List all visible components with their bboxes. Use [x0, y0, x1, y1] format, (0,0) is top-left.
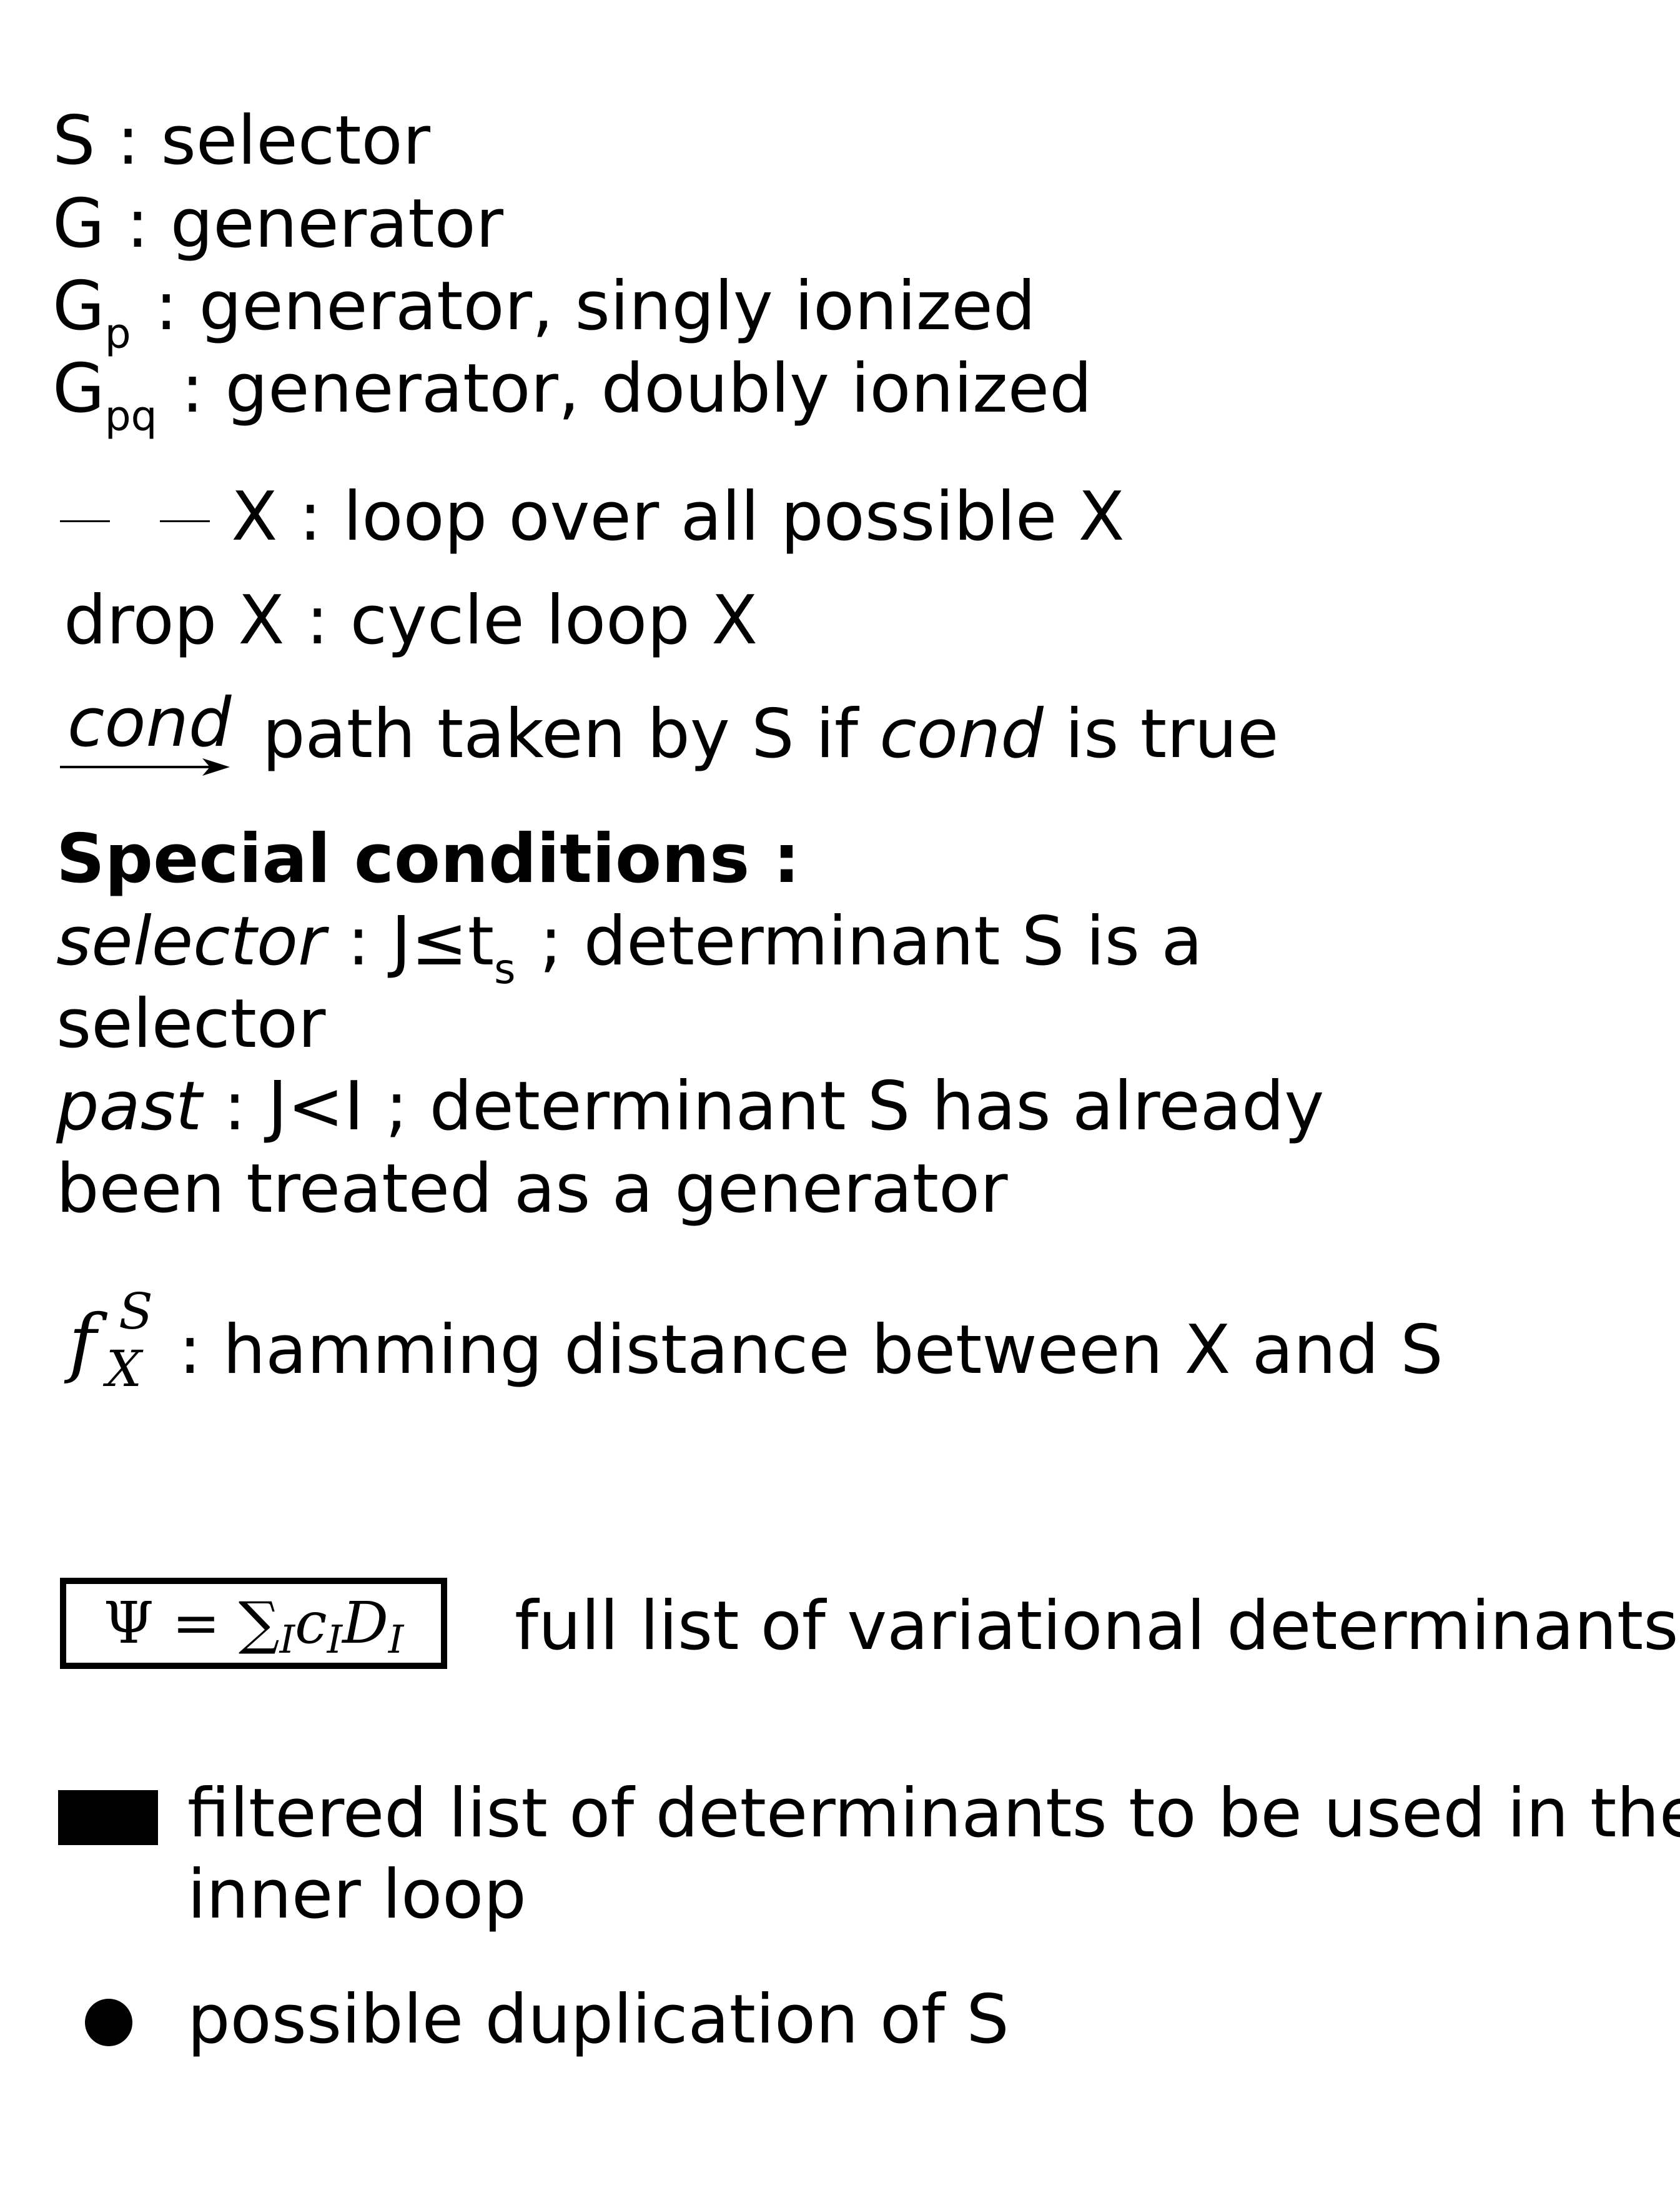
path-cond-word: cond: [879, 695, 1044, 773]
psi-det-index: I: [388, 1616, 404, 1662]
subscript-pq: pq: [104, 392, 157, 440]
drop-desc: drop X : cycle loop X: [64, 582, 758, 660]
selector-cond-a: : J≤t: [325, 903, 495, 981]
path-desc-before: path taken by S if: [262, 695, 880, 773]
symbol-gp: G: [52, 267, 105, 345]
past-cond: : J<I ; determinant S has already: [202, 1067, 1325, 1146]
selector-desc: : selector: [95, 102, 430, 180]
symbol-s: S: [52, 102, 96, 180]
psi-det: D: [342, 1590, 388, 1656]
special-heading: Special conditions :: [56, 820, 801, 898]
psi-coef: c: [295, 1590, 327, 1656]
loop-desc: X : loop over all possible X: [231, 478, 1125, 556]
past-word: past: [56, 1067, 202, 1146]
legend-path: path taken by S if cond is true: [262, 701, 1278, 768]
filtered-list-swatch: [58, 1790, 158, 1845]
special-past: past : J<I ; determinant S has already: [56, 1073, 1324, 1141]
filtered-desc-line1: filtered list of determinants to be used…: [187, 1775, 1680, 1853]
duplication-desc: possible duplication of S: [187, 1981, 1009, 2059]
special-selector-line2: selector: [56, 985, 326, 1063]
psi-formula-left: Ψ = ∑: [103, 1590, 280, 1656]
legend-loop: X : loop over all possible X: [60, 483, 1125, 551]
special-selector: selector : J≤ts ; determinant S is a: [56, 908, 1203, 990]
filtered-desc-line2: inner loop: [187, 1856, 526, 1934]
subscript-p: p: [104, 310, 131, 358]
legend-generator: G : generator: [52, 191, 503, 258]
legend-generator-doubly: Gpq : generator, doubly ionized: [52, 355, 1092, 437]
hamming-desc: : hamming distance between X and S: [179, 1311, 1443, 1389]
dash-icon: [60, 520, 110, 522]
legend-selector: S : selector: [52, 107, 430, 175]
dash-icon: [160, 520, 210, 522]
symbol-gpq: G: [52, 350, 105, 428]
cond-arrow-label: cond: [67, 684, 232, 762]
wavefunction-box: Ψ = ∑ I cIDI: [60, 1578, 447, 1669]
generator-desc: : generator: [104, 185, 504, 263]
f-letter: f: [69, 1299, 97, 1386]
symbol-g: G: [52, 185, 105, 263]
superscript-s: S: [119, 1282, 153, 1340]
psi-coef-index: I: [327, 1616, 343, 1662]
duplication-dot-icon: [85, 1999, 132, 2046]
psi-sum-index: I: [279, 1616, 295, 1662]
hamming-function-symbol: f S X: [62, 1287, 162, 1399]
right-arrow-icon: [60, 758, 230, 776]
subscript-s: s: [494, 945, 516, 993]
generator-doubly-desc: : generator, doubly ionized: [180, 350, 1092, 428]
generator-singly-desc: : generator, singly ionized: [154, 267, 1036, 345]
subscript-x: X: [106, 1340, 142, 1398]
legend-drop: drop X : cycle loop X: [64, 587, 758, 655]
selector-word: selector: [56, 903, 326, 981]
selector-cond-b: ; determinant S is a: [518, 903, 1203, 981]
special-past-line2: been treated as a generator: [56, 1150, 1008, 1228]
path-desc-after: is true: [1043, 695, 1279, 773]
psi-desc: full list of variational determinants: [515, 1587, 1679, 1665]
legend-generator-singly: Gp : generator, singly ionized: [52, 273, 1035, 355]
